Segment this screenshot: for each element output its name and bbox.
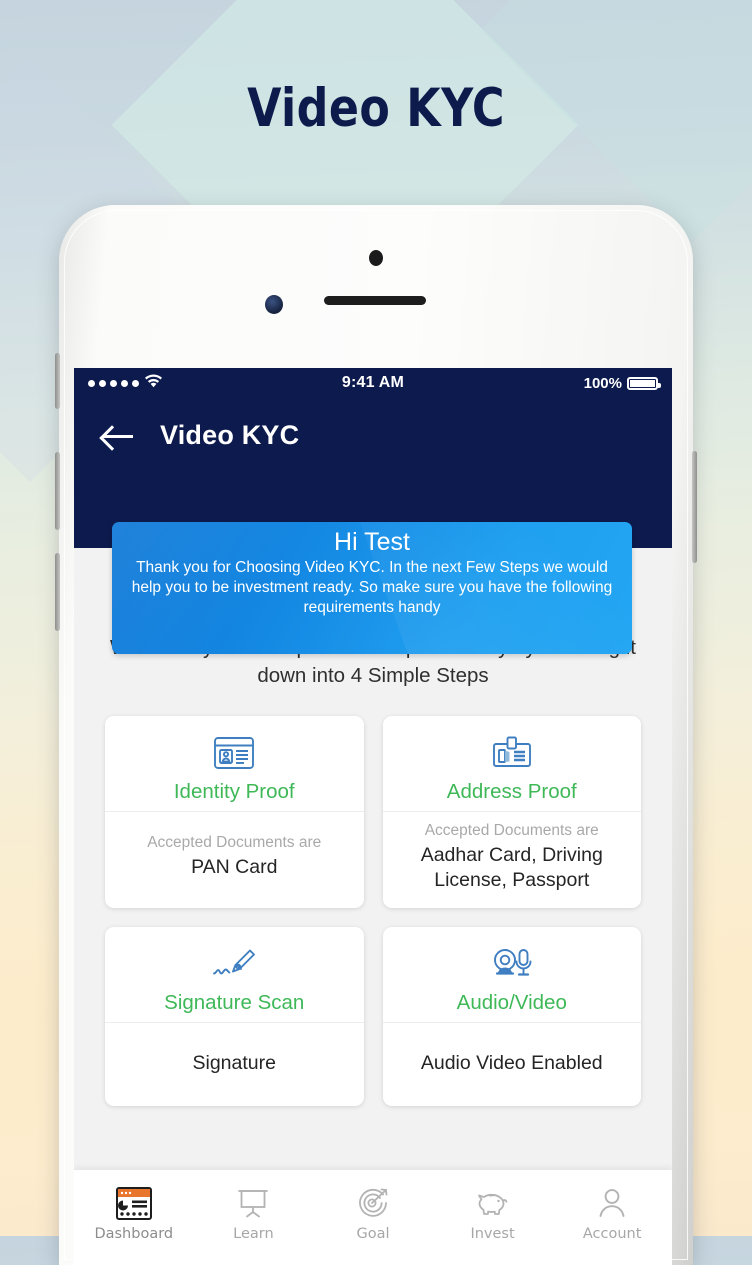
card-header: Address Proof [382,716,641,812]
tab-learn[interactable]: Learn [194,1183,314,1242]
card-subtitle: Accepted Documents are [424,821,599,839]
card-value: Aadhar Card, Driving License, Passport [420,843,603,891]
tab-dashboard[interactable]: Dashboard [74,1183,194,1242]
card-audio-video[interactable]: Audio/Video Audio Video Enabled [382,927,642,1107]
status-bar: 9:41 AM 100% [74,368,672,398]
front-camera-icon [369,250,383,266]
card-title: Audio/Video [456,991,567,1015]
card-body: Accepted Documents are Aadhar Card, Driv… [383,812,642,909]
card-title: Identity Proof [173,779,295,803]
card-value: Signature [192,1051,276,1074]
battery-percent-label: 100% [583,374,622,392]
app-header-row: Video KYC [74,420,672,451]
signature-pen-icon [113,944,356,984]
back-arrow-icon[interactable] [102,423,134,449]
card-signature-scan[interactable]: Signature Scan Signature [105,927,364,1107]
presentation-board-icon [194,1183,314,1223]
card-body: Signature [105,1023,364,1106]
battery-full-icon [627,376,661,390]
card-header: Identity Proof [105,716,364,812]
card-identity-proof[interactable]: Identity Proof Accepted Documents are PA… [105,715,364,909]
card-subtitle: Accepted Documents are [147,834,322,852]
tab-label: Goal [356,1226,390,1242]
greeting-title: Hi Test [334,528,410,556]
card-value: Audio Video Enabled [420,1051,603,1074]
card-title: Address Proof [446,779,577,803]
status-bar-time: 9:41 AM [341,374,405,391]
tab-goal[interactable]: Goal [313,1183,433,1242]
tab-label: Invest [470,1226,515,1242]
tab-invest[interactable]: Invest [433,1183,553,1242]
tab-label: Dashboard [94,1226,174,1242]
proximity-sensor-icon [265,295,283,314]
tab-account[interactable]: Account [552,1183,672,1242]
tab-label: Learn [233,1226,274,1242]
app-header-title: Video KYC [160,420,300,450]
app-header: Video KYC Hi Test Thank you for Choosing… [74,398,672,654]
power-button[interactable] [692,451,697,563]
webcam-mic-icon [391,944,634,984]
greeting-banner: Hi Test Thank you for Choosing Video KYC… [112,522,632,654]
tab-label: Account [582,1226,642,1242]
address-card-icon [391,733,634,773]
volume-up-button[interactable] [55,452,60,530]
card-address-proof[interactable]: Address Proof Accepted Documents are Aad… [382,715,642,909]
id-card-icon [113,733,356,773]
bottom-tab-bar: Dashboard Learn Goal Invest Account [74,1169,672,1265]
silent-switch-button[interactable] [55,353,60,409]
card-header: Signature Scan [105,927,364,1024]
greeting-message: Thank you for Choosing Video KYC. In the… [131,559,613,617]
page-title: Video KYC [247,78,505,139]
person-icon [552,1183,672,1223]
card-body: Accepted Documents are PAN Card [105,812,364,909]
status-bar-right: 100% [583,374,661,392]
phone-mockup: 9:41 AM 100% Video KYC Hi Test Thank you… [55,205,697,1265]
card-body: Audio Video Enabled [383,1023,642,1106]
target-dart-icon [313,1183,433,1223]
dashboard-icon [74,1183,194,1223]
card-header: Audio/Video [382,927,641,1024]
earpiece-speaker [324,296,426,305]
volume-down-button[interactable] [55,553,60,631]
card-value: PAN Card [191,856,278,879]
card-title: Signature Scan [164,991,305,1015]
phone-screen: 9:41 AM 100% Video KYC Hi Test Thank you… [74,368,672,1265]
steps-card-grid: Identity Proof Accepted Documents are PA… [88,690,658,1107]
piggy-bank-icon [433,1183,553,1223]
